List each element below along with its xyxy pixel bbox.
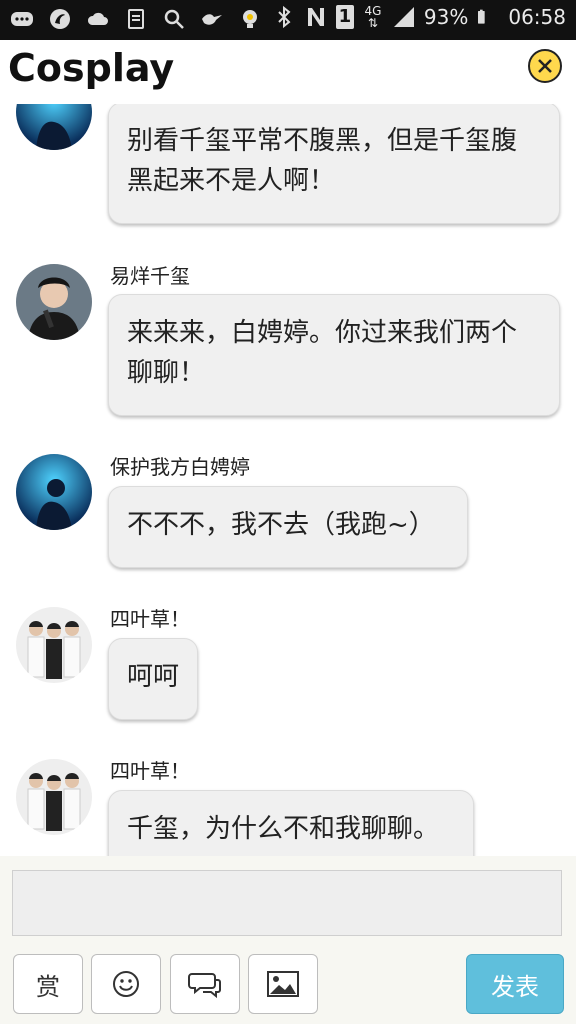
bird-icon	[202, 14, 222, 25]
battery-icon	[478, 9, 486, 24]
close-button[interactable]	[528, 49, 562, 83]
battery-percent: 93%	[423, 5, 469, 29]
avatar-image	[16, 759, 92, 835]
avatar-image	[16, 607, 92, 683]
cloud-icon	[87, 12, 108, 25]
message-text-line: 别看千玺平常不腹黑，但是千玺腹	[127, 126, 518, 156]
sender-name: 四叶草！	[110, 607, 190, 631]
message-text-line: 来来来，白娉婷。你过来我们两个	[127, 318, 518, 348]
bulb-icon	[243, 10, 257, 28]
avatar[interactable]	[16, 454, 92, 530]
avatar[interactable]	[16, 104, 92, 150]
chat-bubble-icon	[11, 12, 33, 26]
avatar-image	[16, 454, 92, 530]
app-header: Cosplay	[0, 40, 576, 104]
composer-bar: 赏 发表	[0, 856, 576, 1024]
status-bar: 1 4G ⇅ 93% 06:58	[0, 0, 576, 40]
message-bubble[interactable]: 不不不，我不去（我跑~）	[108, 486, 468, 568]
browser-icon	[50, 9, 70, 29]
chat-button[interactable]	[170, 954, 240, 1014]
message-text-line: 黑起来不是人啊！	[127, 166, 336, 196]
page-title: Cosplay	[8, 46, 175, 90]
reward-label: 赏	[36, 972, 60, 1001]
chat-list[interactable]: 别看千玺平常不腹黑，但是千玺腹 黑起来不是人啊！ 易烊千玺 来来来，白娉婷。你过…	[0, 104, 576, 856]
avatar-image	[16, 104, 92, 150]
nfc-icon	[307, 8, 324, 26]
reward-button[interactable]: 赏	[13, 954, 83, 1014]
image-icon	[267, 971, 299, 997]
status-bar-left	[10, 7, 262, 31]
clock: 06:58	[508, 5, 566, 29]
avatar[interactable]	[16, 759, 92, 835]
sender-name: 保护我方白娉婷	[110, 455, 250, 479]
avatar-image	[16, 264, 92, 340]
network-icon: 4G ⇅	[362, 5, 384, 29]
message-input[interactable]	[12, 870, 562, 936]
avatar[interactable]	[16, 607, 92, 683]
avatar[interactable]	[16, 264, 92, 340]
message-text-line: 不不不，我不去（我跑~）	[127, 510, 435, 540]
message-text-line: 聊聊！	[127, 358, 206, 388]
bluetooth-icon	[278, 5, 291, 29]
signal-icon	[393, 7, 414, 27]
emoji-button[interactable]	[91, 954, 161, 1014]
message-bubble[interactable]: 别看千玺平常不腹黑，但是千玺腹 黑起来不是人啊！	[108, 104, 560, 224]
message-bubble[interactable]: 来来来，白娉婷。你过来我们两个 聊聊！	[108, 294, 560, 416]
sender-name: 四叶草！	[110, 759, 190, 783]
speech-bubbles-icon	[188, 973, 221, 999]
notes-icon	[128, 9, 144, 29]
network-arrows-icon: ⇅	[367, 16, 378, 30]
close-icon	[538, 59, 552, 73]
send-button[interactable]: 发表	[466, 954, 564, 1014]
image-button[interactable]	[248, 954, 318, 1014]
status-bar-right: 1 4G ⇅ 93% 06:58	[272, 5, 566, 29]
smiley-icon	[113, 971, 139, 997]
sim-icon: 1	[335, 5, 354, 29]
message-text-line: 呵呵	[127, 662, 180, 692]
message-bubble[interactable]: 千玺，为什么不和我聊聊。	[108, 790, 474, 856]
message-bubble[interactable]: 呵呵	[108, 638, 198, 720]
send-label: 发表	[491, 972, 539, 1001]
sender-name: 易烊千玺	[110, 264, 190, 288]
message-text-line: 千玺，为什么不和我聊聊。	[127, 814, 440, 844]
search-icon	[164, 9, 184, 29]
